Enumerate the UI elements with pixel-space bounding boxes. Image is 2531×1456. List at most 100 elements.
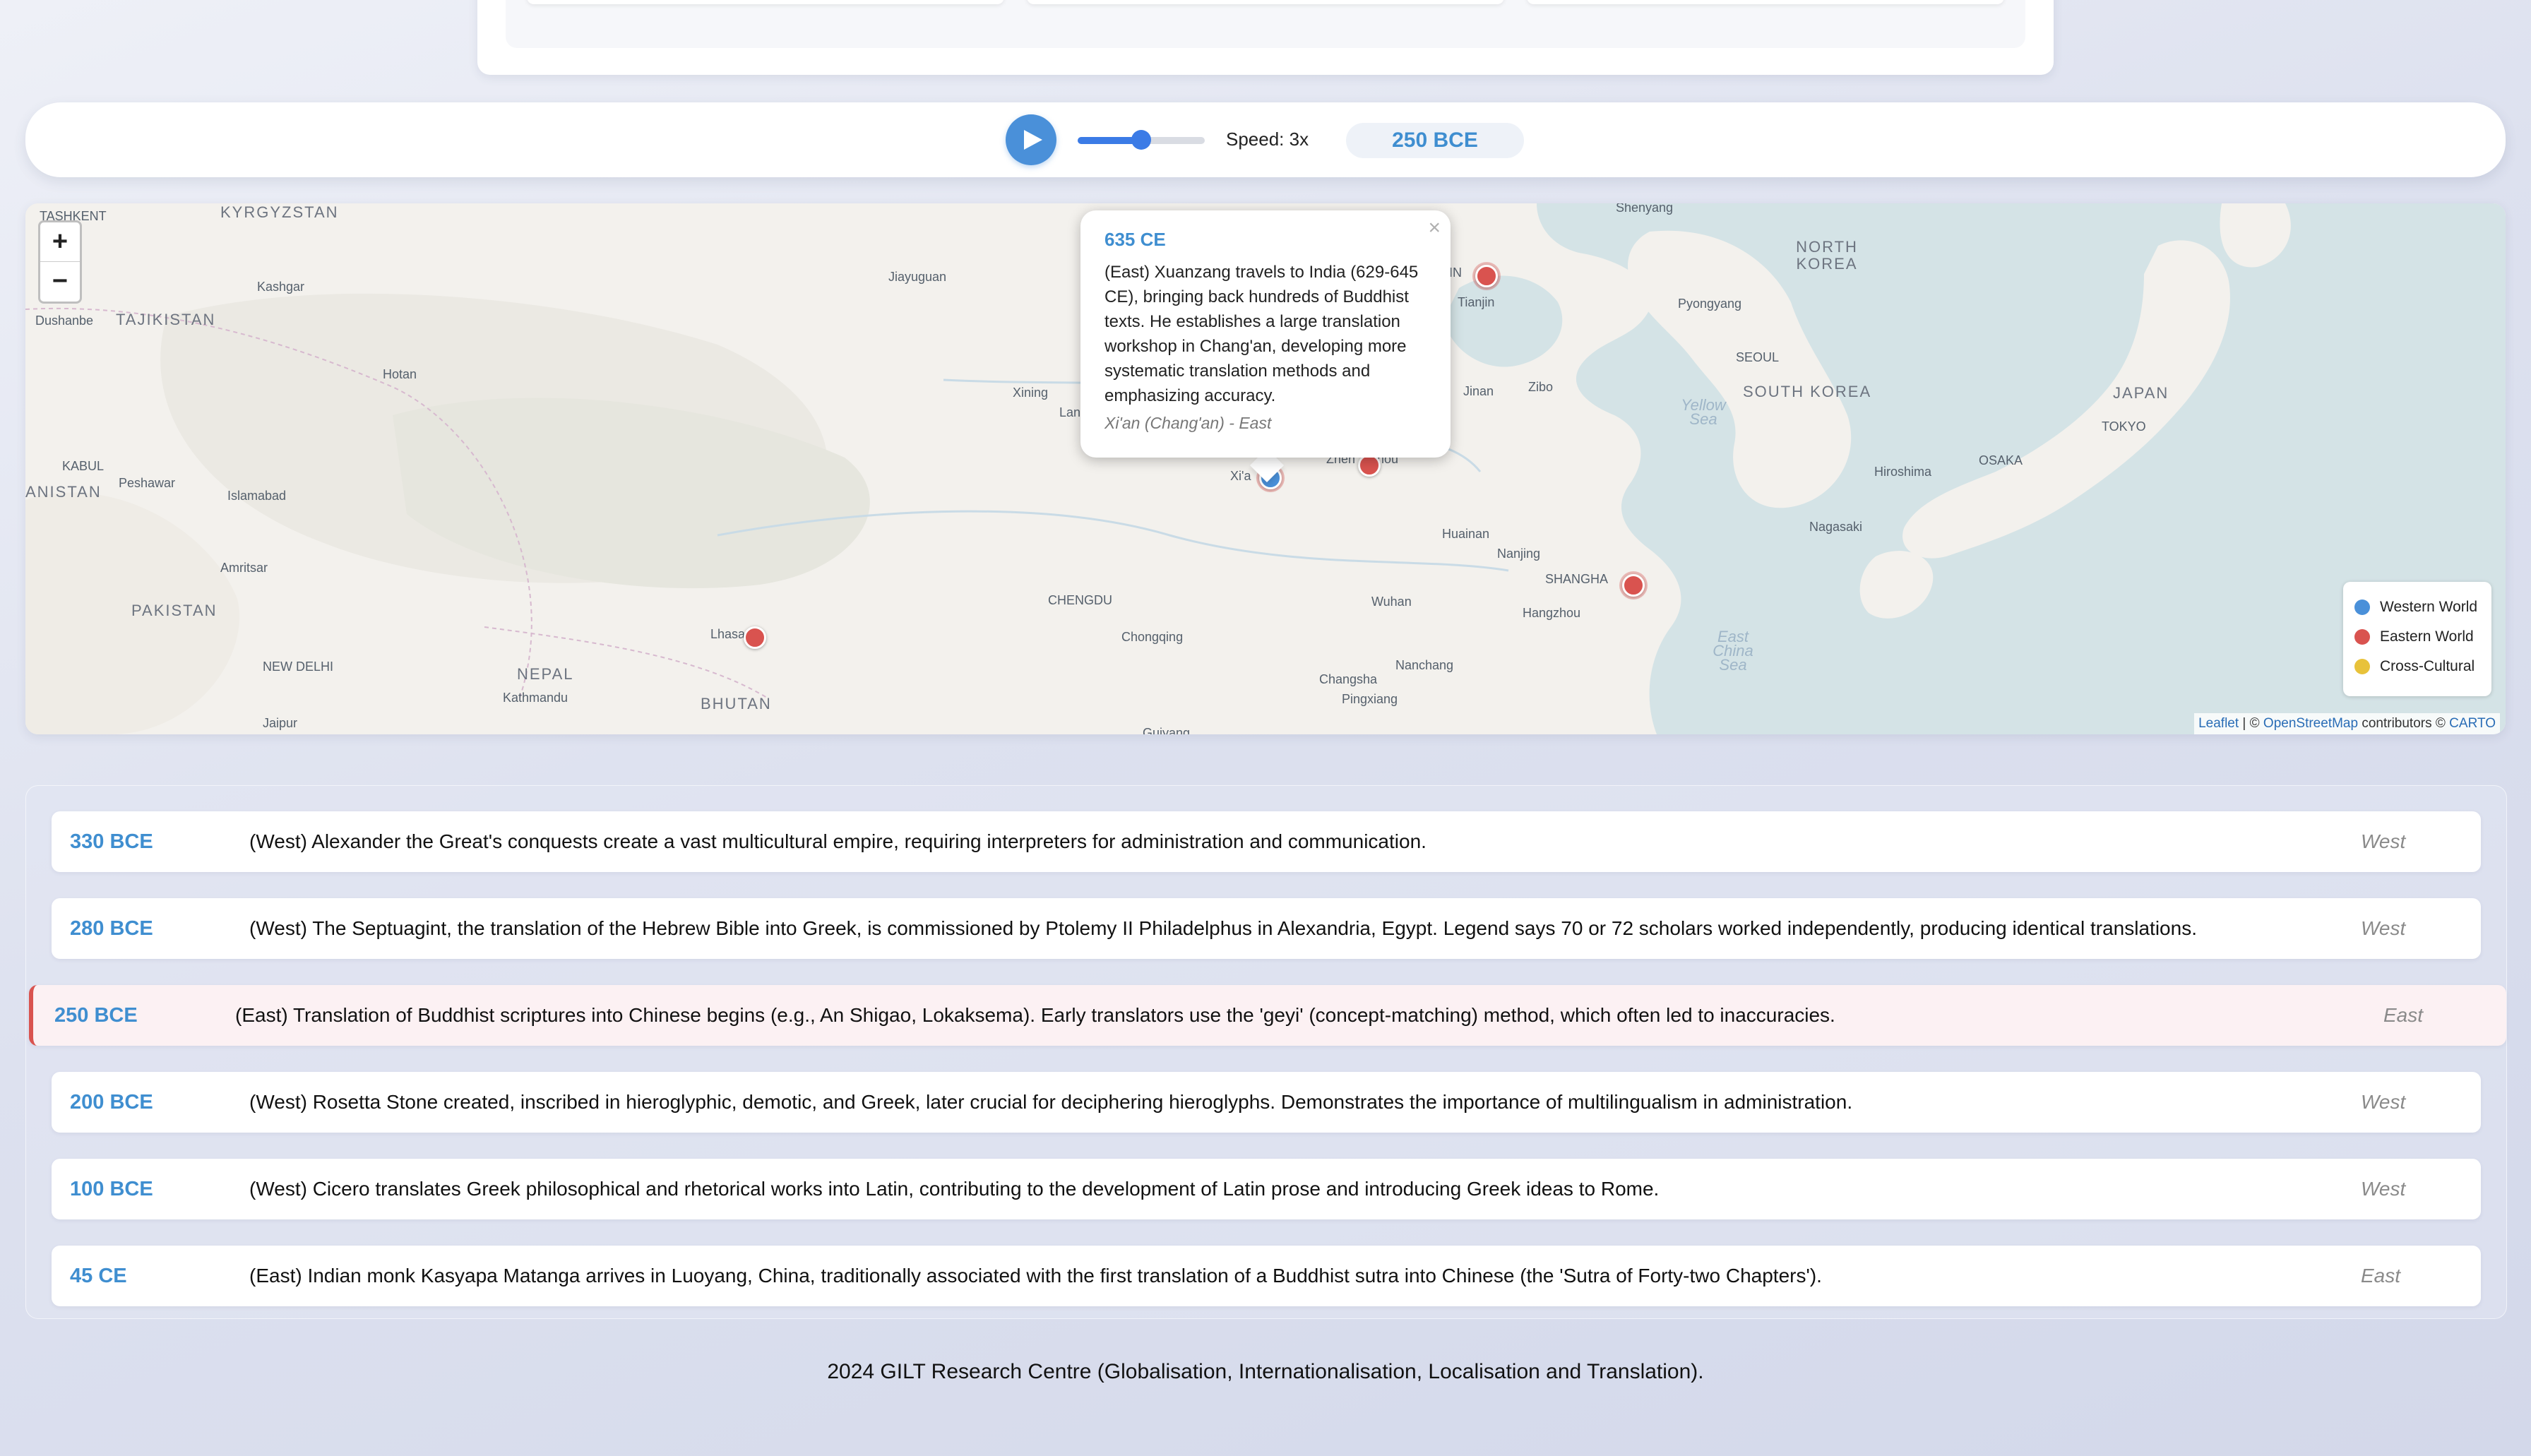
- timeline-row-active[interactable]: 250 BCE (East) Translation of Buddhist s…: [29, 985, 2506, 1046]
- map-label: SEOUL: [1736, 350, 1780, 364]
- map-label: ANISTAN: [25, 483, 102, 501]
- map-label: Chongqing: [1121, 630, 1184, 644]
- event-marker-lhasa[interactable]: [744, 626, 766, 649]
- legend-item-western: Western World: [2354, 599, 2477, 616]
- timeline-year: 45 CE: [70, 1265, 127, 1287]
- leaflet-link[interactable]: Leaflet: [2198, 716, 2239, 731]
- current-year-display: 250 BCE: [1346, 123, 1524, 158]
- timeline-year: 250 BCE: [54, 1004, 138, 1027]
- map-label: Xining: [1013, 386, 1049, 400]
- play-icon: [1024, 130, 1042, 150]
- attribution-contributors: contributors ©: [2358, 716, 2450, 731]
- popup-description: (East) Xuanzang travels to India (629-64…: [1104, 263, 1419, 405]
- event-marker-shanghai[interactable]: [1622, 574, 1645, 597]
- speed-label: Speed: 3x: [1226, 129, 1309, 150]
- openstreetmap-link[interactable]: OpenStreetMap: [2263, 716, 2358, 731]
- map-label: Xi'a: [1230, 469, 1251, 483]
- timeline-row[interactable]: 200 BCE (West) Rosetta Stone created, in…: [52, 1072, 2481, 1133]
- timeline-description: (East) Translation of Buddhist scripture…: [235, 1004, 1835, 1026]
- map-label: Wuhan: [1371, 595, 1412, 609]
- timeline-row[interactable]: 280 BCE (West) The Septuagint, the trans…: [52, 898, 2481, 959]
- map-label: TAJIKISTAN: [116, 311, 216, 328]
- map-label: BHUTAN: [701, 695, 772, 712]
- map-label: East China Sea: [1713, 628, 1753, 674]
- map-label: Tianjin: [1458, 295, 1495, 309]
- timeline-row[interactable]: 330 BCE (West) Alexander the Great's con…: [52, 811, 2481, 872]
- timeline-description: (West) Rosetta Stone created, inscribed …: [249, 1091, 1853, 1113]
- legend-label: Western World: [2380, 599, 2478, 615]
- map-label: Zibo: [1528, 380, 1554, 394]
- map-label: Changsha: [1319, 672, 1378, 686]
- timeline-region: East: [2383, 1004, 2424, 1026]
- map-label: Pingxiang: [1342, 692, 1398, 706]
- map-label: CHENGDU: [1048, 593, 1113, 607]
- timeline-region: West: [2361, 830, 2406, 852]
- map-label: Shenyang: [1616, 203, 1674, 215]
- play-button[interactable]: [1006, 114, 1056, 165]
- timeline-region: East: [2361, 1265, 2401, 1287]
- event-popup: × 635 CE (East) Xuanzang travels to Indi…: [1080, 210, 1451, 458]
- attribution-separator: | ©: [2239, 716, 2263, 731]
- map-label: Guiyang: [1143, 726, 1191, 734]
- map-label: NEW DELHI: [263, 660, 334, 674]
- map-label: Islamabad: [227, 489, 287, 503]
- timeline-description: (West) Alexander the Great's conquests c…: [249, 830, 1427, 852]
- timeline-region: West: [2361, 1178, 2406, 1200]
- map-label: Nanjing: [1497, 547, 1541, 561]
- card-stub: [1027, 0, 1504, 4]
- event-marker-beijing[interactable]: [1475, 265, 1498, 287]
- legend-dot-western: [2354, 599, 2370, 615]
- legend-item-cross-cultural: Cross-Cultural: [2354, 658, 2475, 675]
- timeline-description: (West) Cicero translates Greek philosoph…: [249, 1178, 1660, 1200]
- legend-dot-cross-cultural: [2354, 659, 2370, 674]
- map-label: Huainan: [1442, 527, 1490, 541]
- timeline-list: 330 BCE (West) Alexander the Great's con…: [25, 785, 2507, 1319]
- map-label: NEPAL: [517, 665, 574, 683]
- close-icon[interactable]: ×: [1428, 216, 1441, 240]
- legend-item-eastern: Eastern World: [2354, 628, 2474, 645]
- popup-year: 635 CE: [1104, 229, 1166, 250]
- zoom-control: + −: [38, 220, 82, 304]
- event-detail-card-body: [506, 0, 2025, 48]
- zoom-in-button[interactable]: +: [40, 222, 80, 262]
- timeline-year: 280 BCE: [70, 917, 153, 940]
- legend-label: Cross-Cultural: [2380, 658, 2475, 674]
- map-label: Dushanbe: [35, 314, 94, 328]
- map-label: Jaipur: [263, 716, 298, 730]
- timeline-year: 200 BCE: [70, 1091, 153, 1114]
- timeline-year: 330 BCE: [70, 830, 153, 853]
- carto-link[interactable]: CARTO: [2449, 716, 2496, 731]
- speed-slider-thumb[interactable]: [1131, 130, 1151, 150]
- popup-location: Xi'an (Chang'an) - East: [1104, 414, 1272, 432]
- map-label: Jiayuguan: [888, 270, 947, 284]
- map-label: Lhasa: [710, 627, 746, 641]
- timeline-description: (East) Indian monk Kasyapa Matanga arriv…: [249, 1265, 1822, 1287]
- map-label: SOUTH KOREA: [1743, 383, 1872, 400]
- map-label: Nanchang: [1395, 658, 1454, 672]
- timeline-region: West: [2361, 1091, 2406, 1113]
- map-label: Yellow Sea: [1681, 396, 1726, 428]
- event-detail-card: [477, 0, 2054, 75]
- map-label: SHANGHA: [1545, 572, 1609, 586]
- map-label: KABUL: [62, 459, 105, 473]
- legend-dot-eastern: [2354, 629, 2370, 645]
- map-label: TOKYO: [2102, 419, 2146, 434]
- timeline-row[interactable]: 45 CE (East) Indian monk Kasyapa Matanga…: [52, 1246, 2481, 1306]
- legend-label: Eastern World: [2380, 628, 2474, 645]
- timeline-row[interactable]: 100 BCE (West) Cicero translates Greek p…: [52, 1159, 2481, 1219]
- map-label: Pyongyang: [1678, 297, 1742, 311]
- timeline-region: West: [2361, 917, 2406, 939]
- map-label: Hangzhou: [1523, 606, 1581, 620]
- map-label: Hiroshima: [1874, 465, 1932, 479]
- zoom-out-button[interactable]: −: [40, 262, 80, 301]
- timeline-year: 100 BCE: [70, 1178, 153, 1200]
- map-label: Hotan: [383, 367, 417, 381]
- card-stub: [1527, 0, 2004, 4]
- footer-text: 2024 GILT Research Centre (Globalisation…: [827, 1360, 1704, 1383]
- map-label: JAPAN: [2113, 384, 2169, 402]
- map-label: Jinan: [1463, 384, 1494, 398]
- map-label: Kashgar: [257, 280, 305, 294]
- speed-slider[interactable]: [1078, 130, 1205, 150]
- timeline-description: (West) The Septuagint, the translation o…: [249, 917, 2197, 939]
- map-label: KYRGYZSTAN: [220, 203, 339, 221]
